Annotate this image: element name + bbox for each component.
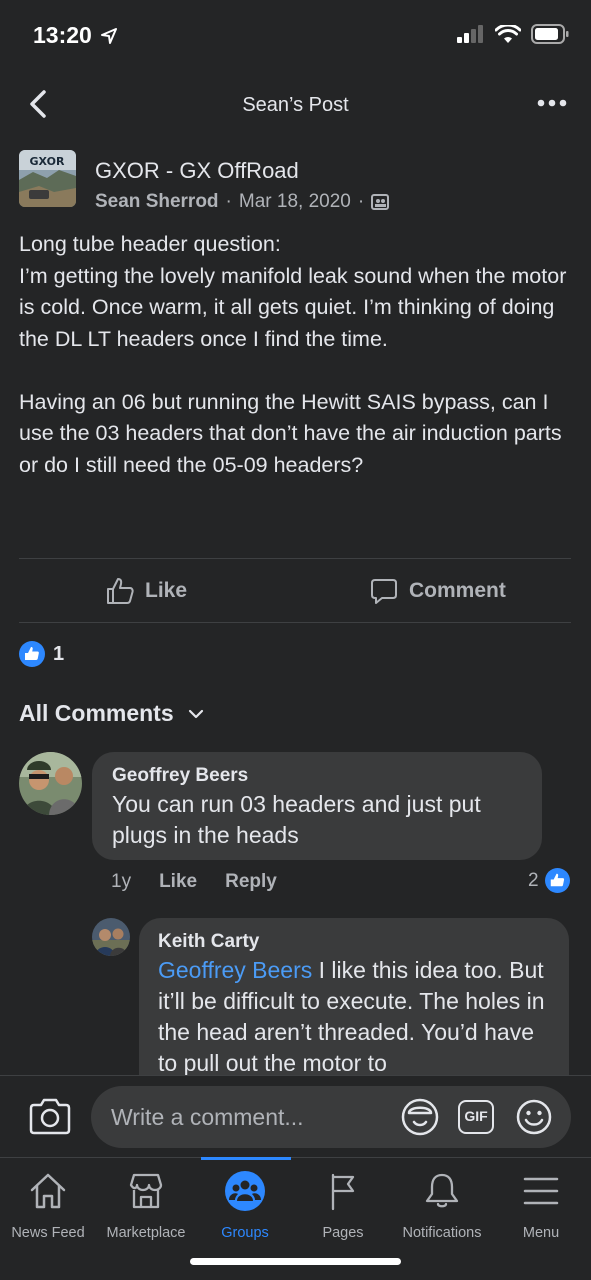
gif-button[interactable]: GIF: [458, 1100, 494, 1134]
divider: [19, 622, 571, 623]
comment-icon: [371, 579, 397, 604]
home-indicator[interactable]: [190, 1258, 401, 1265]
comment-like-button[interactable]: Like: [159, 871, 197, 893]
post-meta: Sean Sherrod · Mar 18, 2020 ·: [95, 191, 390, 213]
comment-input[interactable]: Write a comment... GIF: [91, 1086, 571, 1148]
thumbs-up-icon: [107, 578, 134, 604]
comment-text: You can run 03 headers and just put plug…: [112, 791, 481, 848]
group-thumbnail[interactable]: GXOR: [19, 150, 76, 207]
svg-text:GXOR: GXOR: [30, 155, 65, 168]
comment-reaction-summary[interactable]: 2: [528, 868, 570, 893]
home-icon: [30, 1173, 66, 1209]
post-text-paragraph: Having an 06 but running the Hewitt SAIS…: [19, 389, 562, 477]
post-author-block: GXOR GXOR - GX OffRoad Sean Sherrod · Ma…: [19, 148, 571, 214]
group-privacy-icon: [371, 194, 390, 210]
meta-separator: ·: [357, 191, 365, 212]
comment-composer: Write a comment... GIF: [0, 1075, 591, 1157]
meta-separator: ·: [225, 191, 232, 212]
groups-icon: [225, 1171, 265, 1211]
tab-label: Marketplace: [106, 1225, 186, 1241]
comment-text: Geoffrey Beers I like this idea too. But…: [158, 955, 550, 1079]
tab-label: Notifications: [402, 1225, 482, 1241]
like-label: Like: [145, 579, 188, 602]
wifi-icon: [495, 24, 521, 43]
marketplace-icon: [129, 1173, 163, 1209]
flag-icon: [331, 1173, 355, 1211]
divider: [19, 558, 571, 559]
tab-marketplace[interactable]: Marketplace: [96, 1170, 196, 1241]
chevron-down-icon: [188, 709, 203, 718]
tab-label: News Feed: [11, 1225, 85, 1241]
location-arrow-icon: [101, 28, 117, 44]
active-tab-indicator: [201, 1157, 291, 1160]
menu-icon: [523, 1177, 559, 1205]
bell-icon: [425, 1173, 459, 1208]
tab-news-feed[interactable]: News Feed: [0, 1170, 98, 1241]
like-reaction-icon: [544, 868, 570, 893]
status-bar: 13:20: [0, 0, 591, 70]
avatar-sticker-icon[interactable]: [400, 1097, 440, 1137]
like-reaction-icon: [19, 641, 45, 667]
comment-like-count: 2: [528, 869, 539, 891]
comment-age: 1y: [111, 871, 132, 892]
comment-sort-label: All Comments: [19, 700, 174, 726]
comment-label: Comment: [409, 579, 506, 602]
tab-label: Pages: [322, 1225, 364, 1241]
page-title: Sean’s Post: [242, 94, 349, 116]
comment-button[interactable]: Comment: [369, 576, 506, 606]
post-text-paragraph: Long tube header question: I’m getting t…: [19, 232, 567, 351]
reply-avatar[interactable]: [92, 918, 130, 956]
like-button[interactable]: Like: [105, 576, 187, 606]
comment-author[interactable]: Keith Carty: [158, 931, 550, 953]
post-body: Long tube header question: I’m getting t…: [19, 229, 575, 513]
tab-menu[interactable]: Menu: [491, 1170, 591, 1241]
comment-reply-button[interactable]: Reply: [225, 871, 277, 893]
comment-input-placeholder: Write a comment...: [111, 1104, 304, 1130]
post-date[interactable]: Mar 18, 2020: [239, 191, 351, 213]
comment-mention[interactable]: Geoffrey Beers: [158, 957, 312, 983]
tab-label: Menu: [522, 1225, 560, 1241]
post-author[interactable]: Sean Sherrod: [95, 191, 219, 213]
tab-groups[interactable]: Groups: [195, 1170, 295, 1241]
tab-notifications[interactable]: Notifications: [392, 1170, 492, 1241]
comment-bubble[interactable]: Geoffrey Beers You can run 03 headers an…: [92, 752, 542, 860]
post-header: Sean’s Post: [0, 70, 591, 142]
comment-author[interactable]: Geoffrey Beers: [112, 765, 522, 787]
reaction-count: 1: [53, 642, 65, 665]
reaction-summary[interactable]: 1: [19, 641, 64, 667]
commenter-avatar[interactable]: [19, 752, 82, 815]
cellular-signal-icon: [457, 25, 483, 43]
tab-label: Groups: [221, 1225, 269, 1241]
status-time: 13:20: [33, 22, 92, 48]
battery-icon: [531, 24, 569, 44]
comment-sort-dropdown[interactable]: All Comments: [19, 700, 204, 727]
tab-pages[interactable]: Pages: [293, 1170, 393, 1241]
post-actions: Like Comment: [19, 560, 571, 622]
comment-actions: 1y Like Reply: [111, 871, 277, 893]
emoji-icon[interactable]: [515, 1098, 553, 1136]
more-options-icon[interactable]: [537, 96, 567, 110]
camera-icon[interactable]: [29, 1096, 71, 1136]
group-name[interactable]: GXOR - GX OffRoad: [95, 158, 299, 184]
